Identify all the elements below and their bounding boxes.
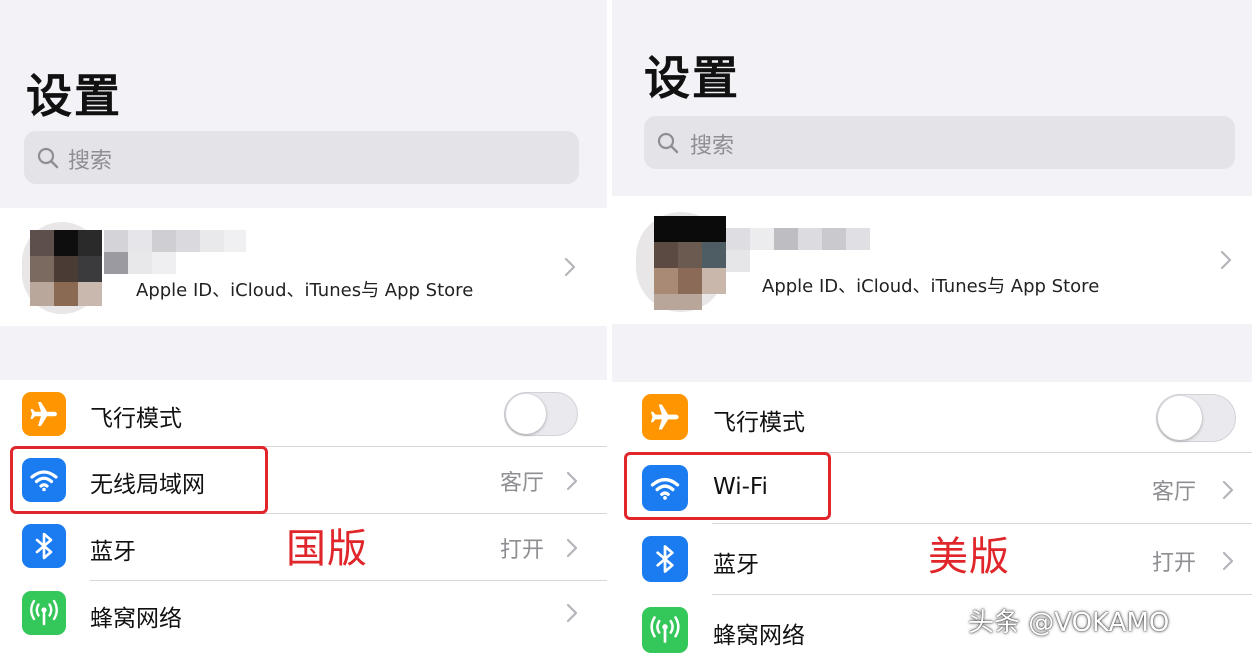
bluetooth-icon: [22, 524, 66, 568]
settings-screen-china: 设置 搜索 Apple ID、iCloud、iTunes与 App Store …: [0, 0, 607, 656]
airplane-icon: [642, 394, 688, 440]
search-icon: [657, 132, 679, 154]
row-label: 蜂窝网络: [713, 623, 805, 649]
highlight-box: [624, 452, 831, 520]
highlight-box: [10, 446, 268, 514]
region-annotation: 美版: [928, 534, 1010, 580]
row-value: 打开: [1152, 551, 1197, 576]
chevron-right-icon: [566, 603, 578, 623]
airplane-mode-row[interactable]: 飞行模式: [612, 382, 1252, 452]
row-label: 蜂窝网络: [90, 606, 182, 632]
airplane-mode-toggle[interactable]: [504, 392, 578, 436]
chevron-right-icon: [1222, 480, 1234, 500]
cellular-icon: [642, 607, 688, 653]
apple-id-row[interactable]: Apple ID、iCloud、iTunes与 App Store: [612, 196, 1252, 324]
watermark: 头条 @VOKAMO: [968, 608, 1170, 638]
avatar: [22, 212, 102, 324]
row-label: 蓝牙: [713, 552, 759, 578]
row-value: 打开: [500, 538, 545, 563]
search-field[interactable]: 搜索: [24, 131, 579, 184]
chevron-right-icon: [564, 257, 576, 277]
account-name-redacted: [104, 230, 246, 274]
search-placeholder: 搜索: [68, 149, 113, 174]
cellular-row[interactable]: 蜂窝网络: [0, 581, 607, 647]
search-icon: [37, 147, 59, 169]
account-subtitle: Apple ID、iCloud、iTunes与 App Store: [762, 276, 1100, 297]
account-subtitle: Apple ID、iCloud、iTunes与 App Store: [136, 280, 474, 301]
account-name-redacted: [726, 228, 870, 272]
chevron-right-icon: [1220, 250, 1232, 270]
row-value: 客厅: [500, 471, 545, 496]
row-value: 客厅: [1152, 480, 1197, 505]
chevron-right-icon: [566, 471, 578, 491]
page-title: 设置: [644, 51, 740, 105]
settings-screen-us: 设置 搜索 Apple ID、iCloud、iTunes与 App Store …: [612, 0, 1252, 656]
avatar: [636, 206, 726, 316]
cellular-icon: [22, 591, 66, 635]
airplane-mode-toggle[interactable]: [1156, 394, 1236, 442]
region-annotation: 国版: [286, 526, 368, 572]
search-field[interactable]: 搜索: [644, 116, 1235, 169]
chevron-right-icon: [566, 538, 578, 558]
airplane-mode-row[interactable]: 飞行模式: [0, 380, 607, 446]
row-label: 飞行模式: [713, 410, 805, 436]
row-label: 蓝牙: [90, 539, 136, 565]
search-placeholder: 搜索: [690, 134, 735, 159]
row-label: 飞行模式: [90, 406, 182, 432]
chevron-right-icon: [1222, 551, 1234, 571]
apple-id-row[interactable]: Apple ID、iCloud、iTunes与 App Store: [0, 208, 607, 326]
airplane-icon: [22, 392, 66, 436]
bluetooth-icon: [642, 536, 688, 582]
page-title: 设置: [26, 69, 122, 123]
